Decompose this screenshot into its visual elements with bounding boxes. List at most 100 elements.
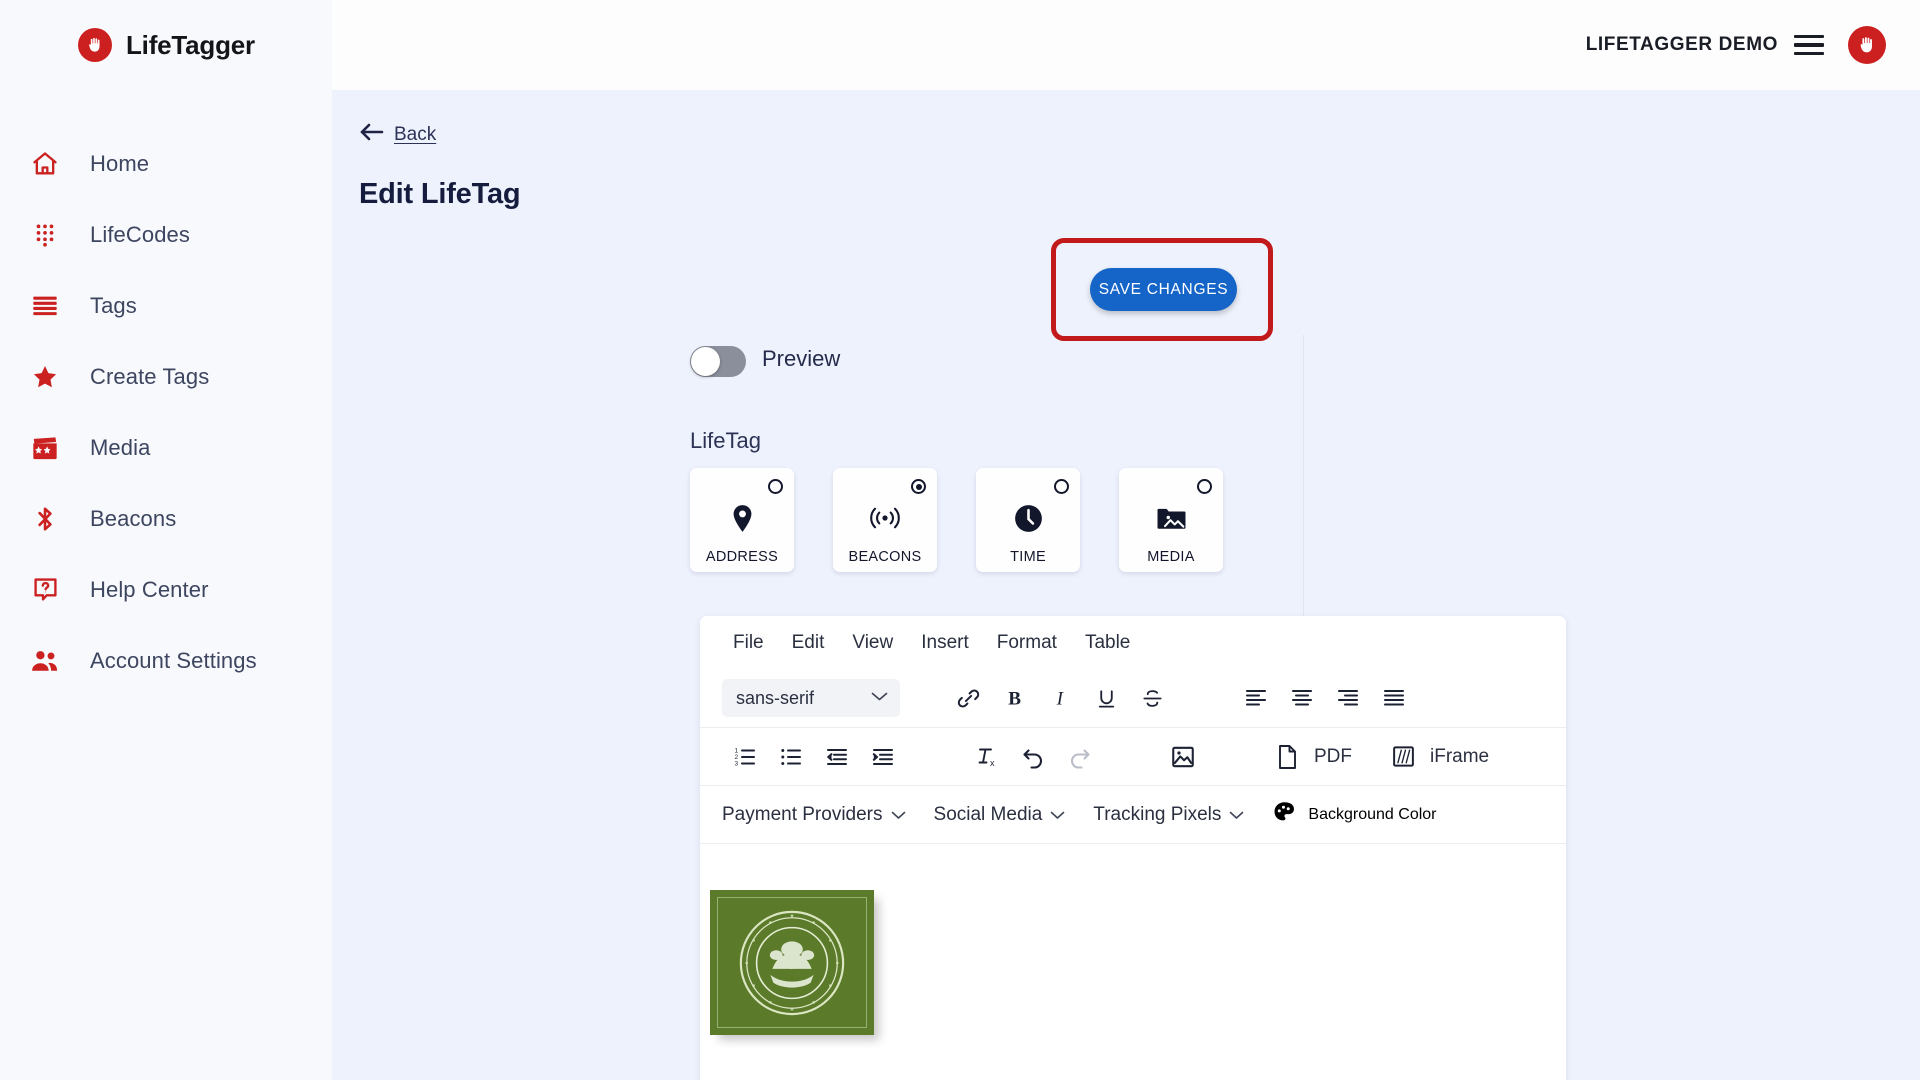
menu-edit[interactable]: Edit <box>783 627 834 659</box>
preview-label: Preview <box>762 346 841 371</box>
star-icon <box>22 363 68 391</box>
redo-icon[interactable] <box>1056 737 1102 777</box>
brand[interactable]: LifeTagger <box>0 0 332 90</box>
iframe-label[interactable]: iFrame <box>1430 746 1489 768</box>
sidebar-item-label: Media <box>90 434 151 460</box>
payment-providers-dropdown[interactable]: Payment Providers <box>722 804 906 826</box>
back-link[interactable]: Back <box>359 121 436 148</box>
chevron-down-icon <box>1229 804 1244 826</box>
radio-address[interactable] <box>768 479 783 494</box>
sidebar-item-label: Home <box>90 150 150 176</box>
sidebar-item-account-settings[interactable]: Account Settings <box>0 625 332 696</box>
outdent-icon[interactable] <box>814 737 860 777</box>
background-color-label: Background Color <box>1308 805 1437 823</box>
dots-grid-icon <box>22 222 68 248</box>
sidebar-item-label: Help Center <box>90 576 209 602</box>
avatar[interactable] <box>1848 26 1886 64</box>
sidebar-item-label: LifeCodes <box>90 221 190 247</box>
bullet-list-icon[interactable] <box>768 737 814 777</box>
italic-icon[interactable]: I <box>1037 678 1083 718</box>
sidebar-item-home[interactable]: Home <box>0 128 332 199</box>
sidebar-item-media[interactable]: Media <box>0 412 332 483</box>
broadcast-icon <box>833 504 937 532</box>
radio-media[interactable] <box>1197 479 1212 494</box>
document-body[interactable]: Racial Equity Ad Hoc Committee Meeting <box>700 843 1566 1080</box>
sidebar-item-create-tags[interactable]: Create Tags <box>0 341 332 412</box>
palette-icon <box>1272 800 1297 830</box>
chevron-down-icon <box>891 804 906 826</box>
chevron-down-icon <box>1050 804 1065 826</box>
seal-inner-border <box>717 897 867 1028</box>
font-family-select[interactable]: sans-serif <box>722 679 900 717</box>
font-family-value: sans-serif <box>736 687 815 708</box>
payment-providers-label: Payment Providers <box>722 803 883 825</box>
indent-icon[interactable] <box>860 737 906 777</box>
align-center-icon[interactable] <box>1279 678 1325 718</box>
hand-logo-icon <box>78 28 112 62</box>
tag-type-label: ADDRESS <box>705 549 779 565</box>
arrow-left-icon <box>359 121 385 148</box>
radio-time[interactable] <box>1054 479 1069 494</box>
align-left-icon[interactable] <box>1233 678 1279 718</box>
brand-name: LifeTagger <box>126 29 255 60</box>
social-media-dropdown[interactable]: Social Media <box>934 804 1066 826</box>
sidebar-item-lifecodes[interactable]: LifeCodes <box>0 199 332 270</box>
people-icon <box>22 648 68 674</box>
bold-icon[interactable]: B <box>991 678 1037 718</box>
map-pin-icon <box>690 504 794 533</box>
svg-text:3: 3 <box>735 760 739 767</box>
menu-file[interactable]: File <box>724 627 773 659</box>
pdf-file-icon[interactable] <box>1264 737 1310 777</box>
undo-icon[interactable] <box>1010 737 1056 777</box>
clock-icon <box>976 504 1080 533</box>
tag-type-card-beacons[interactable]: BEACONS <box>833 468 937 572</box>
social-media-label: Social Media <box>933 803 1043 825</box>
lifetag-section-label: LifeTag <box>690 428 761 453</box>
menu-view[interactable]: View <box>843 627 902 659</box>
state-seal-image <box>710 890 888 1048</box>
tag-type-card-time[interactable]: TIME <box>976 468 1080 572</box>
svg-text:B: B <box>1008 688 1021 709</box>
sidebar-item-help-center[interactable]: Help Center <box>0 554 332 625</box>
link-icon[interactable] <box>945 678 991 718</box>
sidebar-item-label: Create Tags <box>90 363 210 389</box>
svg-text:x: x <box>990 758 995 768</box>
sidebar-item-beacons[interactable]: Beacons <box>0 483 332 554</box>
menu-insert[interactable]: Insert <box>912 627 978 659</box>
tag-type-card-media[interactable]: MEDIA <box>1119 468 1223 572</box>
align-justify-icon[interactable] <box>1371 678 1417 718</box>
editor-toolbar-row-3: Payment Providers Social Media Tracking … <box>700 785 1566 843</box>
sidebar: LifeTagger Home LifeCodes Tags Create Ta… <box>0 0 332 1080</box>
svg-text:I: I <box>1055 688 1064 709</box>
menu-format[interactable]: Format <box>988 627 1066 659</box>
bluetooth-icon <box>22 505 68 533</box>
toggle-knob <box>691 347 720 376</box>
insert-image-icon[interactable] <box>1160 737 1206 777</box>
chevron-down-icon <box>871 689 888 707</box>
tracking-pixels-dropdown[interactable]: Tracking Pixels <box>1093 804 1244 826</box>
sidebar-item-label: Account Settings <box>90 647 257 673</box>
hamburger-menu-icon[interactable] <box>1794 34 1824 56</box>
rich-text-editor: File Edit View Insert Format Table sans-… <box>700 616 1566 1080</box>
sidebar-item-tags[interactable]: Tags <box>0 270 332 341</box>
menu-table[interactable]: Table <box>1076 627 1139 659</box>
radio-beacons[interactable] <box>911 479 926 494</box>
pdf-label[interactable]: PDF <box>1314 746 1352 768</box>
app-root: LifeTagger Home LifeCodes Tags Create Ta… <box>0 0 1920 1080</box>
tag-type-card-address[interactable]: ADDRESS <box>690 468 794 572</box>
underline-icon[interactable] <box>1083 678 1129 718</box>
editor-toolbar-row-1: sans-serif B I <box>700 669 1566 727</box>
iframe-icon[interactable] <box>1380 737 1426 777</box>
save-button[interactable]: SAVE CHANGES <box>1090 268 1237 311</box>
lines-stack-icon <box>22 293 68 319</box>
question-bubble-icon <box>22 576 68 603</box>
align-right-icon[interactable] <box>1325 678 1371 718</box>
right-pane: LIFETAGGER DEMO Back Edit LifeTag SAVE C… <box>332 0 1920 1080</box>
home-icon <box>22 150 68 178</box>
strikethrough-icon[interactable] <box>1129 678 1175 718</box>
numbered-list-icon[interactable]: 1 2 3 <box>722 737 768 777</box>
preview-toggle[interactable] <box>690 346 746 377</box>
editor-menubar: File Edit View Insert Format Table <box>700 616 1566 669</box>
clear-formatting-icon[interactable]: x <box>964 737 1010 777</box>
background-color-button[interactable]: Background Color <box>1272 800 1437 830</box>
